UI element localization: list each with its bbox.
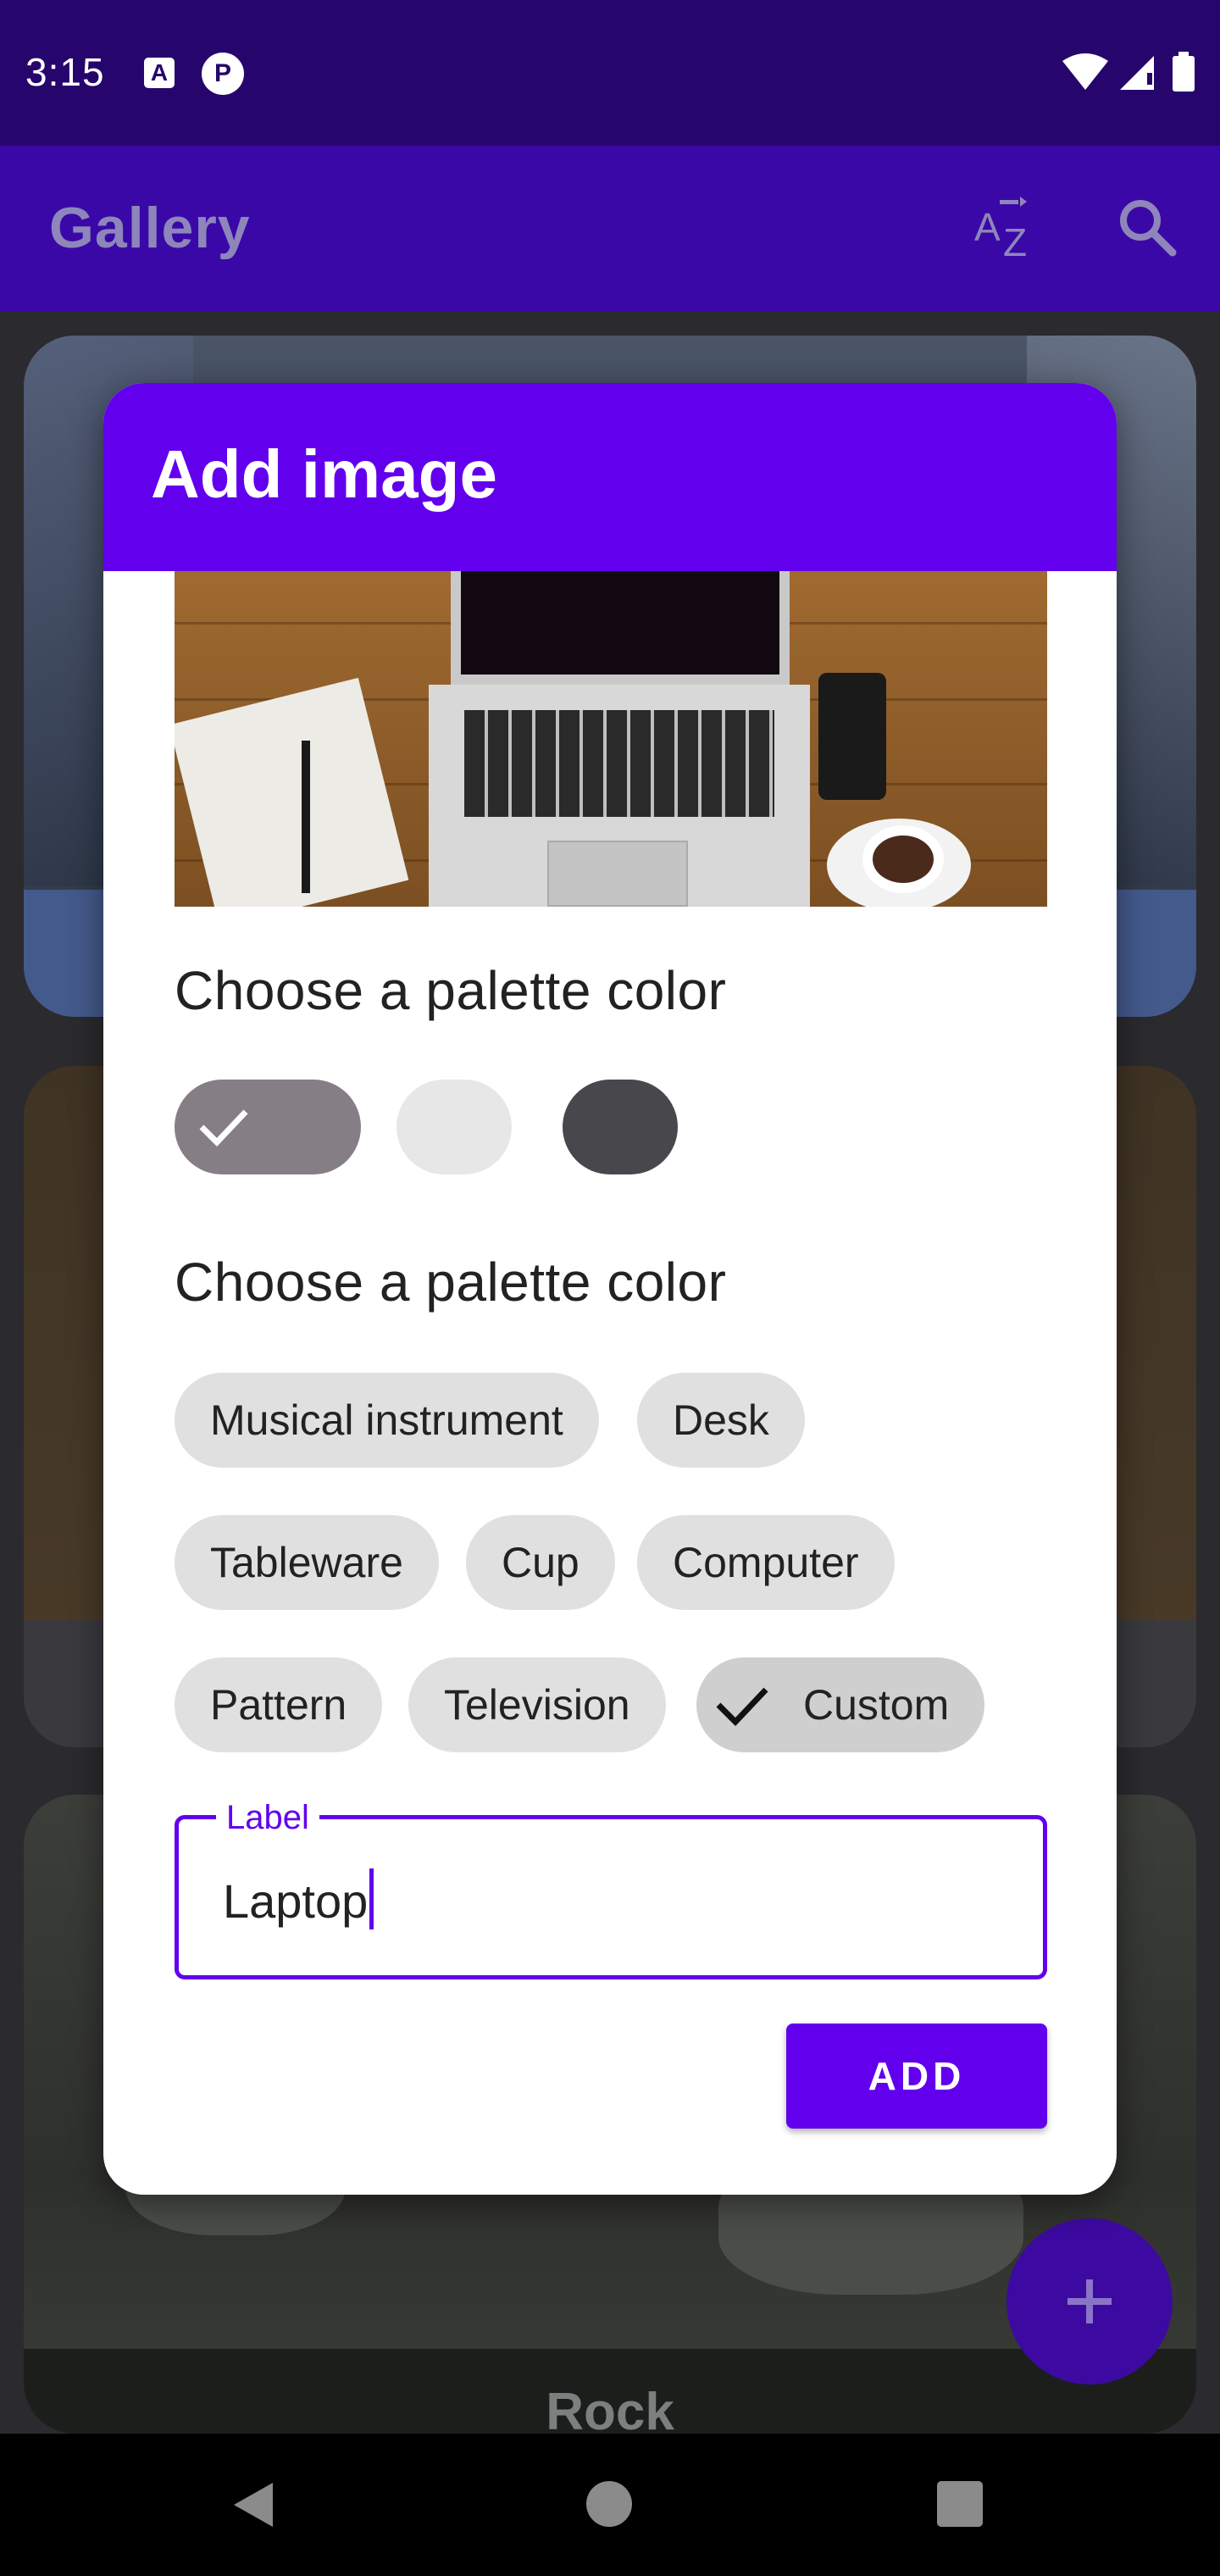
chip-custom-label: Custom	[803, 1681, 950, 1729]
label-field-label: Label	[216, 1799, 319, 1836]
notebook-shape	[175, 677, 409, 907]
chip-computer[interactable]: Computer	[637, 1515, 895, 1610]
label-heading: Choose a palette color	[175, 1252, 727, 1313]
search-icon[interactable]	[1115, 195, 1179, 259]
phone-shape	[818, 673, 886, 800]
chip-pattern[interactable]: Pattern	[175, 1657, 383, 1752]
text-a-icon: A	[144, 58, 175, 88]
chip-television[interactable]: Television	[408, 1657, 666, 1752]
app-title: Gallery	[49, 196, 251, 260]
pen-shape	[302, 741, 310, 893]
label-field-value[interactable]: Laptop	[223, 1868, 374, 1929]
chip-cup[interactable]: Cup	[466, 1515, 615, 1610]
add-button[interactable]: ADD	[786, 2024, 1047, 2129]
palette-swatch[interactable]	[563, 1080, 678, 1174]
status-time: 3:15	[25, 50, 105, 94]
sort-az-icon[interactable]: A Z	[971, 193, 1042, 264]
dialog-header: Add image	[103, 383, 1117, 571]
add-image-dialog: Add image Choose a palette color Choose …	[103, 383, 1117, 2195]
home-icon[interactable]	[586, 2481, 632, 2527]
navigation-bar	[0, 2434, 1220, 2576]
preview-image	[175, 571, 1047, 907]
cup-shape	[862, 825, 944, 893]
chip-musical-instrument[interactable]: Musical instrument	[175, 1373, 599, 1468]
svg-text:Z: Z	[1003, 220, 1027, 264]
svg-text:A: A	[974, 205, 1001, 249]
wifi-icon	[1062, 53, 1108, 90]
palette-swatch[interactable]	[396, 1080, 512, 1174]
trackpad-shape	[547, 841, 688, 907]
check-icon	[199, 1109, 248, 1147]
laptop-screen-shape	[451, 571, 790, 685]
chip-custom[interactable]: Custom	[696, 1657, 985, 1752]
add-fab-button[interactable]	[1006, 2218, 1173, 2384]
recents-icon[interactable]	[937, 2481, 983, 2527]
text-cursor	[369, 1868, 374, 1929]
back-icon[interactable]	[230, 2481, 278, 2533]
app-bar: Gallery A Z	[0, 146, 1220, 312]
chip-tableware[interactable]: Tableware	[175, 1515, 439, 1610]
label-text-field[interactable]: Label Laptop	[175, 1799, 1047, 1979]
keyboard-shape	[464, 710, 774, 817]
label-field-text: Laptop	[223, 1874, 369, 1928]
app-notification-icon: P	[202, 53, 244, 95]
chip-desk[interactable]: Desk	[637, 1373, 805, 1468]
palette-heading: Choose a palette color	[175, 960, 727, 1021]
dialog-title: Add image	[151, 436, 497, 512]
battery-icon	[1173, 52, 1195, 92]
palette-swatch-selected[interactable]	[175, 1080, 361, 1174]
check-icon	[716, 1687, 768, 1727]
status-right-icons	[1062, 51, 1198, 93]
cell-signal-icon	[1120, 56, 1154, 90]
plus-icon	[1068, 2279, 1112, 2323]
card-label: Rock	[24, 2349, 1196, 2434]
status-bar: 3:15 A P	[0, 0, 1220, 146]
